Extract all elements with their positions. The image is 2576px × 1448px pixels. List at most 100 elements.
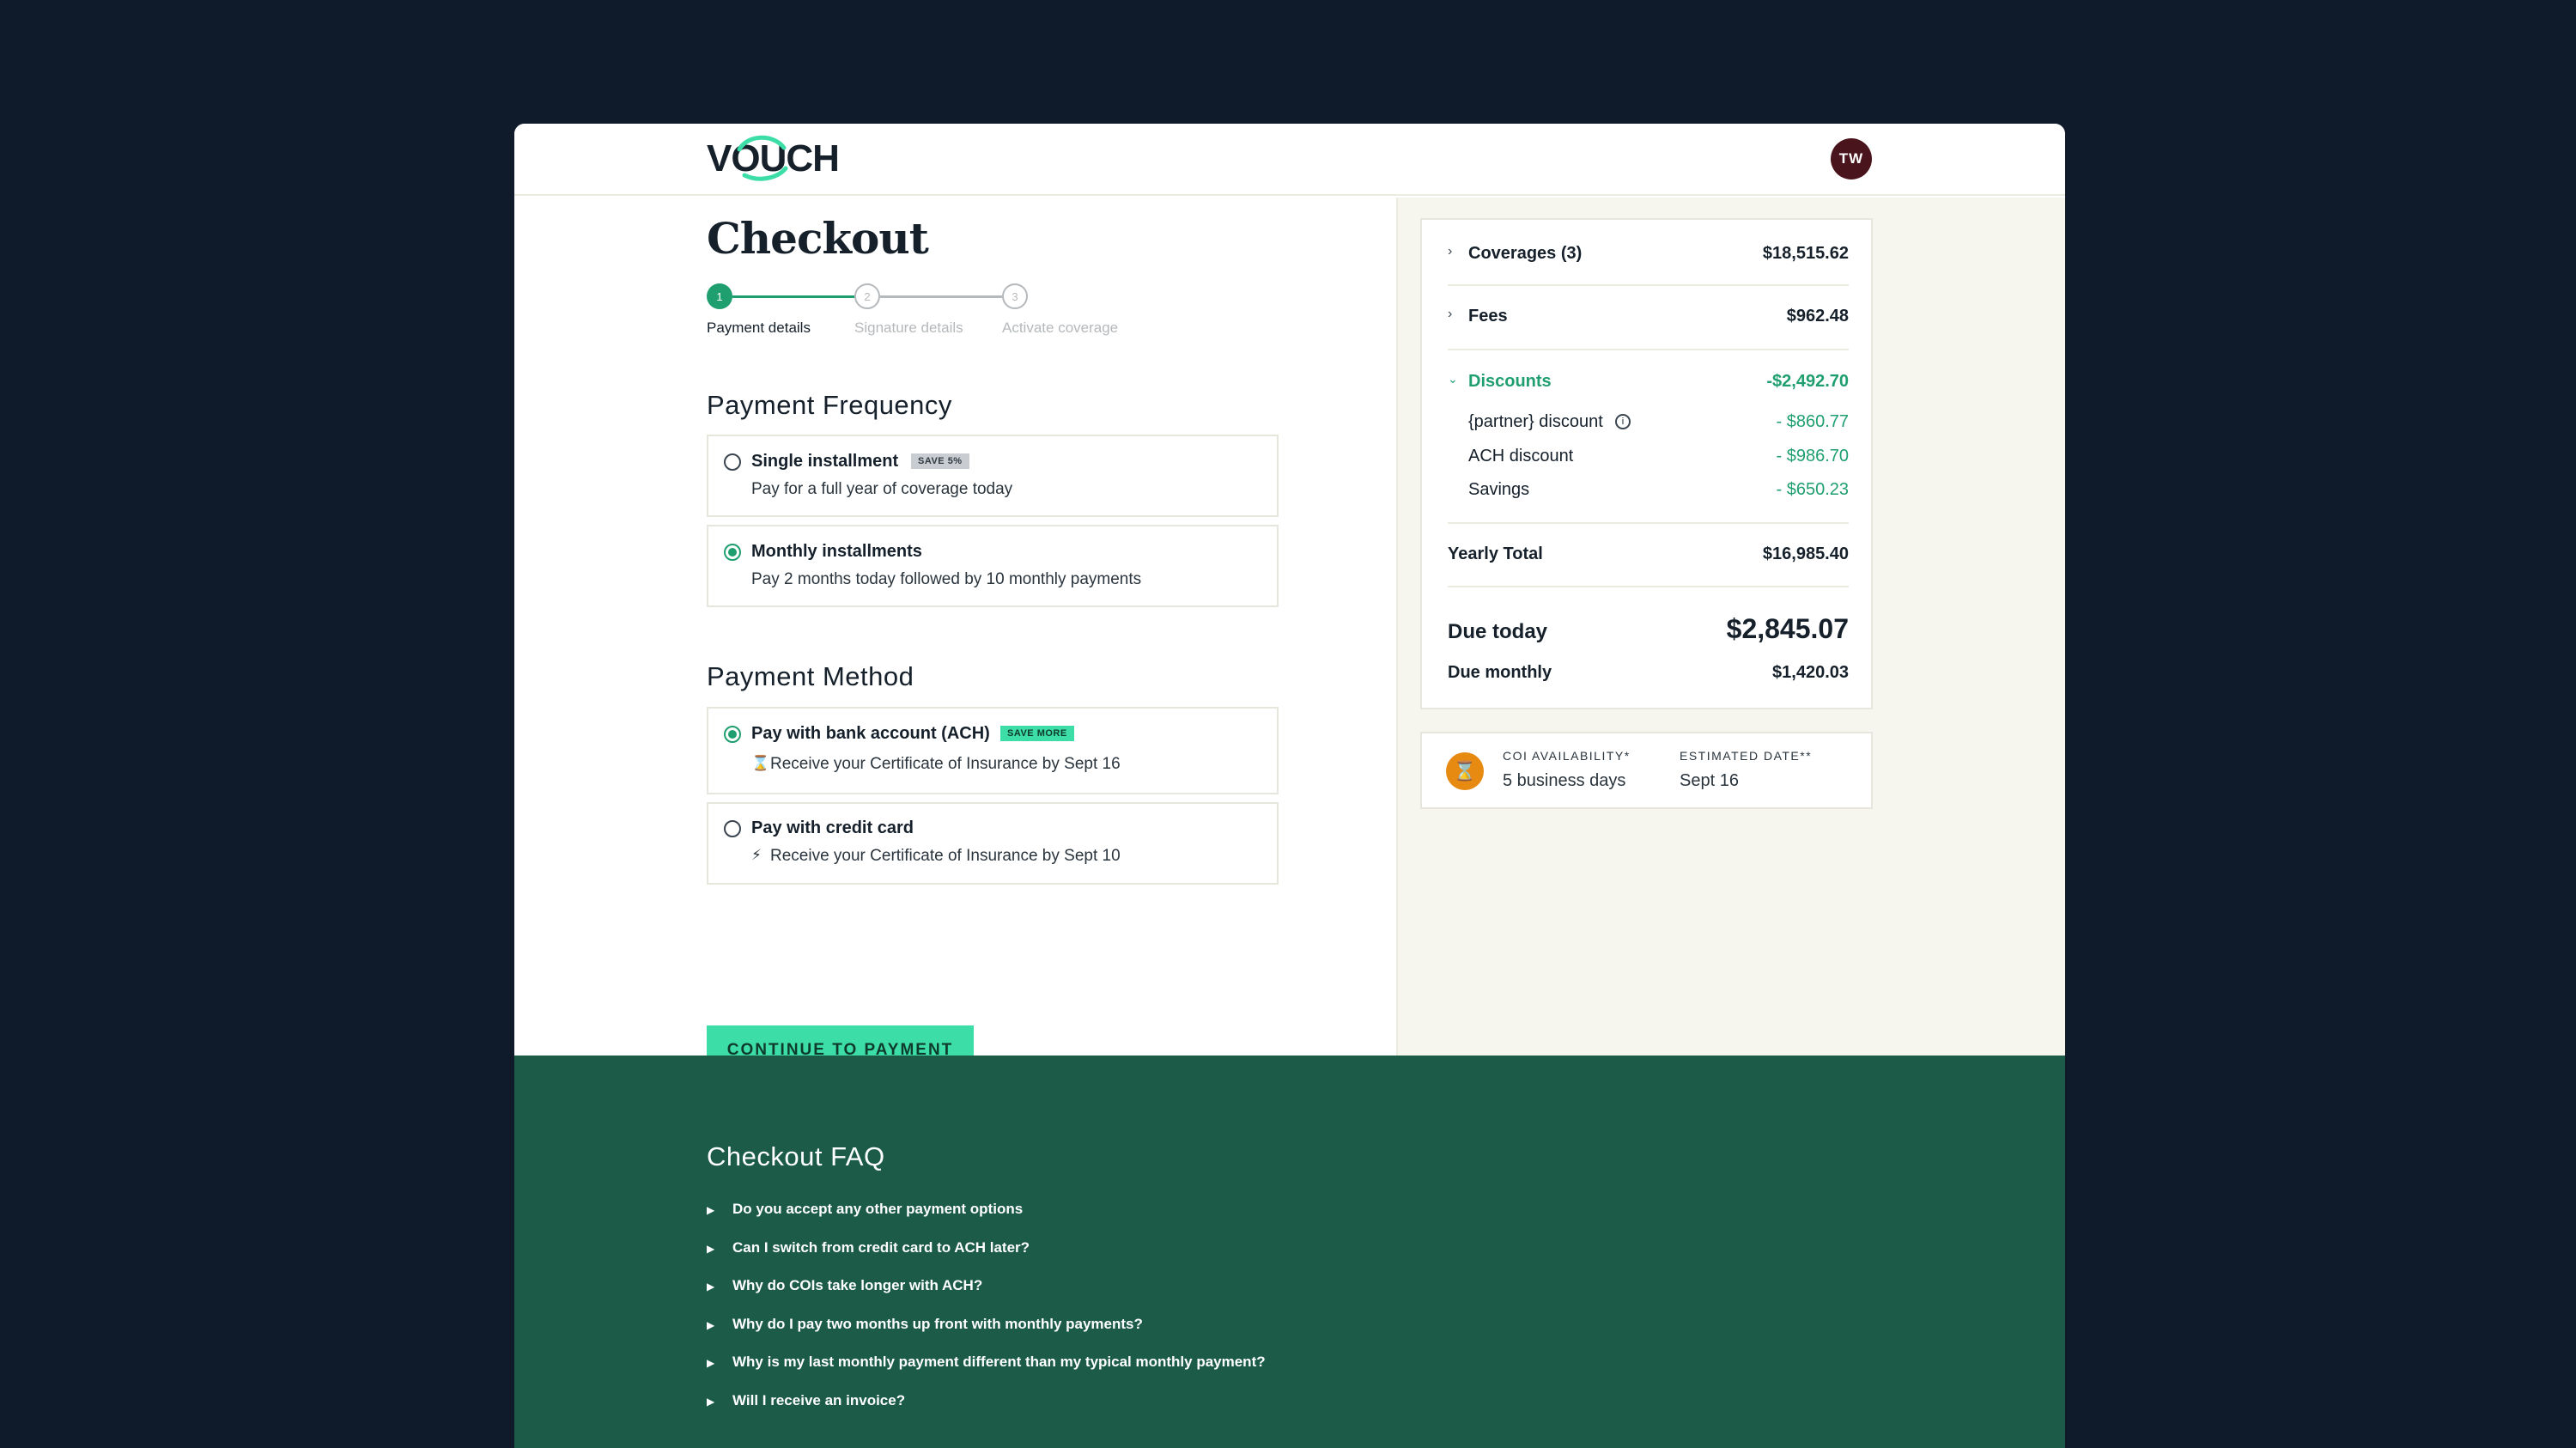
due-today-value: $2,845.07 [1726, 613, 1849, 644]
hourglass-icon: ⌛ [751, 755, 770, 771]
faq-item[interactable]: ▶ Do you accept any other payment options [707, 1201, 1023, 1218]
checkout-main: Checkout 1 2 3 Payment details Signature… [514, 198, 1396, 1179]
checkout-stepper: 1 2 3 Payment details Signature details … [707, 283, 1153, 344]
monthly-installments-option[interactable]: Monthly installments Pay 2 months today … [707, 525, 1279, 607]
credit-card-option[interactable]: Pay with credit card ⚡ Receive your Cert… [707, 802, 1279, 885]
payment-method-heading: Payment Method [707, 661, 914, 691]
discounts-label: Discounts [1468, 372, 1552, 391]
expand-triangle-icon: ▶ [707, 1204, 715, 1216]
single-installment-option[interactable]: Single installment SAVE 5% Pay for a ful… [707, 435, 1279, 517]
faq-question: Why do I pay two months up front with mo… [732, 1316, 1143, 1332]
faq-question: Will I receive an invoice? [732, 1392, 906, 1408]
coi-availability-card: ⌛ COI AVAILABILITY* 5 business days ESTI… [1420, 732, 1873, 809]
ach-discount-label: ACH discount [1468, 447, 1574, 465]
top-header: VOUCH TW [514, 124, 2065, 196]
option-title: Pay with bank account (ACH) [751, 724, 990, 743]
coi-availability-label: COI AVAILABILITY* [1503, 749, 1631, 763]
yearly-total-row: Yearly Total $16,985.40 [1448, 545, 1849, 567]
logo-swoosh-icon [737, 135, 788, 181]
estimated-date-label: ESTIMATED DATE** [1680, 749, 1813, 763]
faq-question: Why do COIs take longer with ACH? [732, 1277, 983, 1293]
expand-triangle-icon: ▶ [707, 1319, 715, 1331]
due-monthly-row: Due monthly $1,420.03 [1448, 663, 1849, 685]
fees-value: $962.48 [1786, 307, 1849, 325]
estimated-date-value: Sept 16 [1680, 771, 1739, 790]
page-title: Checkout [707, 213, 929, 264]
partner-discount-label: {partner} discount [1468, 412, 1603, 431]
due-today-label: Due today [1448, 620, 1548, 643]
faq-item[interactable]: ▶ Will I receive an invoice? [707, 1392, 905, 1409]
divider [1448, 349, 1849, 350]
divider [1448, 284, 1849, 286]
step-2-label: Signature details [854, 319, 963, 336]
step-1-indicator: 1 [707, 283, 732, 309]
option-subtitle: Pay 2 months today followed by 10 monthl… [751, 570, 1142, 588]
save-more-badge: SAVE MORE [1000, 726, 1074, 741]
order-summary-sidebar: › Coverages (3) $18,515.62 › Fees $962.4… [1396, 198, 2065, 1179]
divider [1448, 586, 1849, 587]
option-subtitle: Receive your Certificate of Insurance by… [770, 755, 1121, 773]
fees-row[interactable]: › Fees $962.48 [1448, 307, 1849, 329]
step-1-label: Payment details [707, 319, 811, 336]
expand-triangle-icon: ▶ [707, 1357, 715, 1369]
option-title: Single installment [751, 452, 899, 471]
faq-item[interactable]: ▶ Why is my last monthly payment differen… [707, 1354, 1266, 1371]
faq-item[interactable]: ▶ Why do I pay two months up front with m… [707, 1316, 1143, 1333]
yearly-total-label: Yearly Total [1448, 545, 1543, 563]
fees-label: Fees [1468, 307, 1508, 325]
chevron-right-icon: › [1448, 244, 1453, 259]
due-monthly-value: $1,420.03 [1772, 663, 1849, 682]
app-window: VOUCH TW Checkout 1 2 3 Payment details … [514, 124, 2065, 1448]
due-today-row: Due today $2,845.07 [1448, 613, 1849, 648]
coverages-value: $18,515.62 [1762, 244, 1849, 263]
faq-question: Do you accept any other payment options [732, 1201, 1024, 1217]
faq-question: Can I switch from credit card to ACH lat… [732, 1239, 1030, 1256]
info-icon[interactable]: i [1615, 414, 1631, 429]
step-3-indicator: 3 [1002, 283, 1028, 309]
credit-card-radio[interactable] [724, 820, 741, 837]
option-title: Pay with credit card [751, 818, 914, 837]
chevron-right-icon: › [1448, 307, 1453, 321]
faq-item[interactable]: ▶ Why do COIs take longer with ACH? [707, 1277, 982, 1294]
order-summary-card: › Coverages (3) $18,515.62 › Fees $962.4… [1420, 218, 1873, 709]
discounts-value: -$2,492.70 [1766, 372, 1849, 391]
faq-heading: Checkout FAQ [707, 1141, 885, 1171]
savings-row: Savings - $650.23 [1448, 480, 1849, 502]
option-subtitle: Pay for a full year of coverage today [751, 480, 1013, 498]
faq-question: Why is my last monthly payment different… [732, 1354, 1266, 1370]
step-connector-2 [880, 295, 1002, 298]
expand-triangle-icon: ▶ [707, 1396, 715, 1408]
discounts-row[interactable]: ⌄ Discounts -$2,492.70 [1448, 372, 1849, 394]
yearly-total-value: $16,985.40 [1762, 545, 1849, 563]
checkout-faq-section: Checkout FAQ ▶ Do you accept any other pa… [514, 1056, 2065, 1448]
ach-radio[interactable] [724, 726, 741, 743]
single-installment-radio[interactable] [724, 453, 741, 471]
step-connector-1 [732, 295, 854, 298]
chevron-down-icon: ⌄ [1448, 372, 1458, 386]
ach-discount-row: ACH discount - $986.70 [1448, 447, 1849, 469]
lightning-icon: ⚡ [751, 847, 762, 863]
save-badge: SAVE 5% [911, 453, 969, 469]
option-title: Monthly installments [751, 542, 922, 561]
ach-option[interactable]: Pay with bank account (ACH) SAVE MORE ⌛ … [707, 707, 1279, 794]
expand-triangle-icon: ▶ [707, 1243, 715, 1255]
savings-label: Savings [1468, 480, 1530, 499]
monthly-installments-radio[interactable] [724, 544, 741, 561]
coverages-row[interactable]: › Coverages (3) $18,515.62 [1448, 244, 1849, 266]
user-avatar[interactable]: TW [1831, 138, 1872, 179]
coverages-label: Coverages (3) [1468, 244, 1583, 263]
partner-discount-value: - $860.77 [1776, 412, 1849, 431]
divider [1448, 522, 1849, 524]
expand-triangle-icon: ▶ [707, 1281, 715, 1293]
faq-item[interactable]: ▶ Can I switch from credit card to ACH la… [707, 1239, 1030, 1256]
partner-discount-row: {partner} discount i - $860.77 [1448, 412, 1849, 435]
option-subtitle: Receive your Certificate of Insurance by… [770, 847, 1121, 865]
step-3-label: Activate coverage [1002, 319, 1119, 336]
hourglass-icon: ⌛ [1446, 752, 1484, 790]
coi-availability-value: 5 business days [1503, 771, 1626, 790]
due-monthly-label: Due monthly [1448, 663, 1552, 682]
step-2-indicator: 2 [854, 283, 880, 309]
ach-discount-value: - $986.70 [1776, 447, 1849, 465]
savings-value: - $650.23 [1776, 480, 1849, 499]
payment-frequency-heading: Payment Frequency [707, 390, 952, 420]
